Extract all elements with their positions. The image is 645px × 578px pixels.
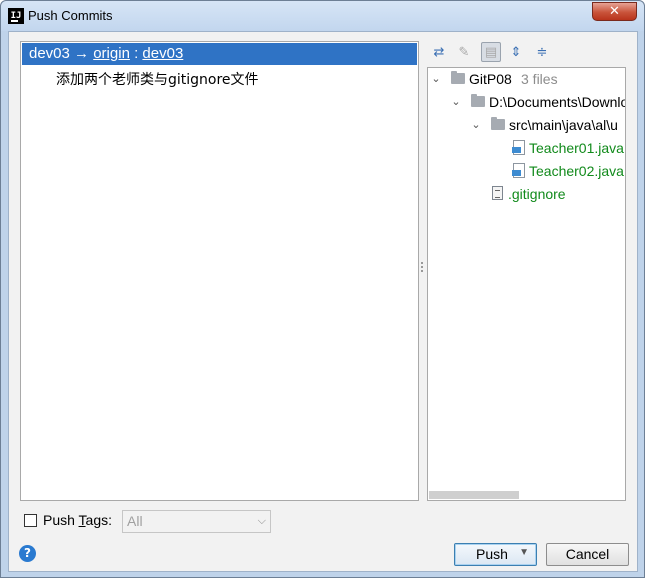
intellij-app-icon: IJ <box>8 8 24 24</box>
commit-item[interactable]: 添加两个老师类与gitignore文件 <box>56 69 259 89</box>
dropdown-arrow-icon[interactable]: ▼ <box>519 547 529 558</box>
push-tags-mnemonic: T <box>78 512 86 528</box>
dir-label: D:\Documents\Downloads <box>489 94 625 110</box>
tags-select[interactable]: All ⌵ <box>122 510 271 533</box>
remote-link[interactable]: origin <box>93 45 130 62</box>
file-label: .gitignore <box>508 186 566 202</box>
file-count: 3 files <box>521 71 558 87</box>
local-branch: dev03 <box>29 45 70 62</box>
push-button-label: Push <box>476 546 508 562</box>
dialog-content: dev03 → origin : dev03 添加两个老师类与gitignore… <box>8 31 638 572</box>
text-file-icon <box>492 186 503 200</box>
java-file-icon <box>512 163 525 178</box>
remote-branch-link[interactable]: dev03 <box>142 45 183 62</box>
expand-all-icon[interactable]: ⇕ <box>506 42 526 62</box>
horizontal-scrollbar[interactable] <box>429 491 519 499</box>
help-icon[interactable]: ? <box>19 545 36 562</box>
panel-splitter[interactable] <box>420 262 424 276</box>
arrows-collapse-icon[interactable]: ⇄ <box>429 42 449 62</box>
push-arrow: → <box>74 45 90 62</box>
edit-source-icon[interactable]: ✎ <box>454 42 474 62</box>
collapse-all-icon[interactable]: ≑ <box>532 42 552 62</box>
tags-select-value: All <box>127 513 143 529</box>
title-bar: IJ Push Commits ✕ <box>1 1 644 31</box>
push-target-row[interactable]: dev03 → origin : dev03 <box>22 43 417 65</box>
push-tags-text-rest: ags: <box>85 512 113 528</box>
chevron-down-icon: ⌵ <box>257 515 266 527</box>
group-by-directory-icon[interactable]: ▤ <box>481 42 501 62</box>
branch-separator: : <box>134 45 139 62</box>
push-button[interactable]: Push ▼ <box>454 543 537 566</box>
chevron-down-icon[interactable]: ⌄ <box>450 91 462 113</box>
commits-panel: dev03 → origin : dev03 添加两个老师类与gitignore… <box>20 41 419 501</box>
folder-icon <box>491 117 505 130</box>
folder-icon <box>471 94 485 107</box>
module-folder-icon <box>451 71 465 84</box>
file-label: Teacher02.java <box>529 163 624 179</box>
push-tags-label[interactable]: Push Tags: <box>43 512 112 528</box>
window-title: Push Commits <box>28 8 113 23</box>
push-tags-text: Push <box>43 512 79 528</box>
chevron-down-icon[interactable]: ⌄ <box>430 68 442 90</box>
push-commits-window: IJ Push Commits ✕ dev03 → origin : dev03… <box>0 0 645 578</box>
changed-files-tree: ⌄ GitP08 3 files ⌄ D:\Documents\Download… <box>427 67 626 501</box>
cancel-button[interactable]: Cancel <box>546 543 629 566</box>
close-button[interactable]: ✕ <box>592 2 637 21</box>
root-label: GitP08 <box>469 71 512 87</box>
java-file-icon <box>512 140 525 155</box>
file-label: Teacher01.java <box>529 140 624 156</box>
subdir-label: src\main\java\al\u <box>509 117 618 133</box>
chevron-down-icon[interactable]: ⌄ <box>470 114 482 136</box>
push-tags-checkbox[interactable] <box>24 514 37 527</box>
